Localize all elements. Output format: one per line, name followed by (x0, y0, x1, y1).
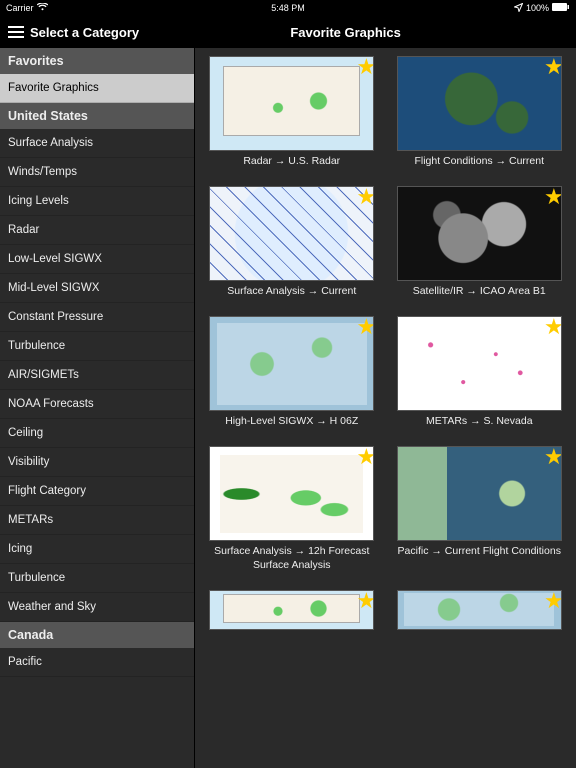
graphic-caption: Flight Conditions → Current (414, 155, 544, 168)
star-icon[interactable]: ★ (357, 56, 375, 80)
sidebar-item[interactable]: Weather and Sky (0, 593, 194, 622)
favorites-grid: ★ Radar → U.S. Radar ★ Flight Conditions → … (203, 56, 568, 630)
sidebar-item[interactable]: METARs (0, 506, 194, 535)
sidebar-title: Select a Category (30, 25, 139, 40)
graphic-thumbnail[interactable]: ★ (209, 186, 374, 281)
graphic-thumbnail[interactable]: ★ (209, 316, 374, 411)
star-icon[interactable]: ★ (357, 446, 375, 470)
graphic-card[interactable]: ★ (203, 590, 381, 630)
sidebar-item[interactable]: Surface Analysis (0, 129, 194, 158)
graphic-card[interactable]: ★ Flight Conditions → Current (391, 56, 569, 168)
sidebar-item[interactable]: Favorite Graphics (0, 74, 194, 103)
sidebar-item[interactable]: Flight Category (0, 477, 194, 506)
nav-bar: Select a Category Favorite Graphics (0, 16, 576, 48)
graphic-card[interactable]: ★ High-Level SIGWX → H 06Z (203, 316, 381, 428)
page-title: Favorite Graphics (290, 25, 401, 40)
graphic-caption: Pacific → Current Flight Conditions (398, 545, 561, 558)
graphic-card[interactable]: ★ Surface Analysis → Current (203, 186, 381, 298)
status-time: 5:48 PM (271, 3, 305, 13)
graphic-caption: Radar → U.S. Radar (243, 155, 340, 168)
graphic-caption: METARs → S. Nevada (426, 415, 533, 428)
sidebar-item[interactable]: Constant Pressure (0, 303, 194, 332)
sidebar-item[interactable]: Icing Levels (0, 187, 194, 216)
battery-icon (552, 3, 570, 13)
graphic-caption: Surface Analysis → Current (227, 285, 356, 298)
star-icon[interactable]: ★ (544, 56, 562, 80)
graphic-thumbnail[interactable]: ★ (397, 316, 562, 411)
section-header: United States (0, 103, 194, 129)
status-bar: Carrier 5:48 PM 100% (0, 0, 576, 16)
graphic-card[interactable]: ★ Satellite/IR → ICAO Area B1 (391, 186, 569, 298)
sidebar-item[interactable]: Visibility (0, 448, 194, 477)
graphic-thumbnail[interactable]: ★ (397, 56, 562, 151)
star-icon[interactable]: ★ (357, 590, 375, 614)
graphic-caption: Satellite/IR → ICAO Area B1 (413, 285, 546, 298)
star-icon[interactable]: ★ (544, 446, 562, 470)
sidebar-item[interactable]: Turbulence (0, 564, 194, 593)
location-icon (514, 3, 523, 14)
carrier-label: Carrier (6, 3, 34, 13)
star-icon[interactable]: ★ (544, 316, 562, 340)
graphic-thumbnail[interactable]: ★ (209, 56, 374, 151)
graphic-thumbnail[interactable]: ★ (397, 590, 562, 630)
graphic-card[interactable]: ★ METARs → S. Nevada (391, 316, 569, 428)
sidebar-item[interactable]: Turbulence (0, 332, 194, 361)
graphic-thumbnail[interactable]: ★ (397, 186, 562, 281)
graphic-thumbnail[interactable]: ★ (209, 446, 374, 541)
graphic-caption: Surface Analysis → 12h Forecast Surface … (207, 545, 377, 571)
graphic-caption: High-Level SIGWX → H 06Z (225, 415, 358, 428)
section-header: Favorites (0, 48, 194, 74)
graphic-thumbnail[interactable]: ★ (209, 590, 374, 630)
sidebar-item[interactable]: Radar (0, 216, 194, 245)
graphic-thumbnail[interactable]: ★ (397, 446, 562, 541)
star-icon[interactable]: ★ (544, 186, 562, 210)
sidebar-item[interactable]: AIR/SIGMETs (0, 361, 194, 390)
sidebar-item[interactable]: Low-Level SIGWX (0, 245, 194, 274)
sidebar-item[interactable]: NOAA Forecasts (0, 390, 194, 419)
sidebar-item[interactable]: Pacific (0, 648, 194, 677)
graphic-card[interactable]: ★ (391, 590, 569, 630)
star-icon[interactable]: ★ (357, 316, 375, 340)
graphic-card[interactable]: ★ Surface Analysis → 12h Forecast Surface… (203, 446, 381, 571)
graphic-card[interactable]: ★ Pacific → Current Flight Conditions (391, 446, 569, 571)
sidebar-item[interactable]: Mid-Level SIGWX (0, 274, 194, 303)
graphic-card[interactable]: ★ Radar → U.S. Radar (203, 56, 381, 168)
section-header: Canada (0, 622, 194, 648)
sidebar-item[interactable]: Ceiling (0, 419, 194, 448)
content-area[interactable]: ★ Radar → U.S. Radar ★ Flight Conditions → … (195, 48, 576, 768)
wifi-icon (37, 3, 48, 13)
category-sidebar[interactable]: FavoritesFavorite GraphicsUnited StatesS… (0, 48, 195, 768)
menu-icon[interactable] (8, 26, 24, 38)
star-icon[interactable]: ★ (357, 186, 375, 210)
sidebar-item[interactable]: Icing (0, 535, 194, 564)
battery-pct: 100% (526, 3, 549, 13)
sidebar-item[interactable]: Winds/Temps (0, 158, 194, 187)
star-icon[interactable]: ★ (544, 590, 562, 614)
